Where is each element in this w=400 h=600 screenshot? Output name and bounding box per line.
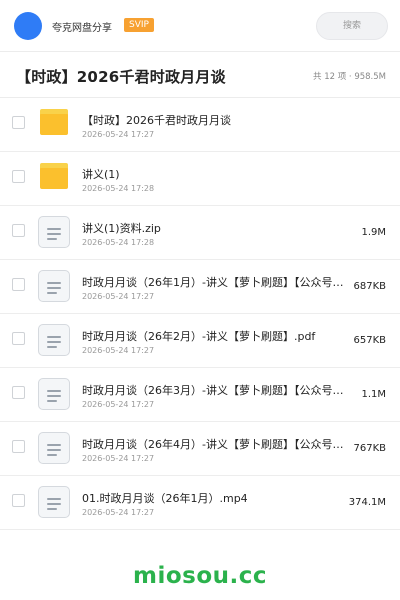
list-item[interactable]: 讲义(1)资料.zip 2026-05-24 17:28 1.9M — [0, 206, 400, 260]
file-date: 2026-05-24 17:27 — [82, 346, 155, 355]
document-icon — [38, 270, 70, 302]
page-title: 【时政】2026千君时政月月谈 — [16, 68, 226, 86]
document-icon — [38, 378, 70, 410]
brand-watermark: miosou.cc — [132, 563, 268, 589]
list-item[interactable]: 时政月月谈（26年1月）-讲义【萝卜刷题】【公众号… 2026-05-24 17… — [0, 260, 400, 314]
document-icon — [38, 486, 70, 518]
folder-header: 【时政】2026千君时政月月谈 共 12 项 · 958.5M — [0, 52, 400, 98]
search-input[interactable]: 搜索 — [316, 12, 388, 40]
checkbox[interactable] — [12, 386, 25, 399]
file-name: 【时政】2026千君时政月月谈 — [82, 114, 231, 127]
file-size: 767KB — [353, 443, 386, 454]
file-size: 687KB — [353, 281, 386, 292]
checkbox[interactable] — [12, 494, 25, 507]
file-name: 时政月月谈（26年3月）-讲义【萝卜刷题】【公众号… — [82, 384, 344, 397]
file-name: 时政月月谈（26年2月）-讲义【萝卜刷题】.pdf — [82, 330, 316, 343]
file-size: 1.1M — [361, 389, 386, 400]
checkbox[interactable] — [12, 332, 25, 345]
file-name: 讲义(1) — [82, 168, 120, 181]
document-icon — [38, 432, 70, 464]
file-date: 2026-05-24 17:27 — [82, 292, 155, 301]
file-list: 【时政】2026千君时政月月谈 2026-05-24 17:27 讲义(1) 2… — [0, 98, 400, 530]
username: 夸克网盘分享 — [52, 23, 112, 34]
file-name: 讲义(1)资料.zip — [82, 222, 161, 235]
list-item[interactable]: 时政月月谈（26年4月）-讲义【萝卜刷题】【公众号… 2026-05-24 17… — [0, 422, 400, 476]
file-name: 01.时政月月谈（26年1月）.mp4 — [82, 492, 248, 505]
list-item[interactable]: 时政月月谈（26年2月）-讲义【萝卜刷题】.pdf 2026-05-24 17:… — [0, 314, 400, 368]
file-date: 2026-05-24 17:27 — [82, 454, 155, 463]
checkbox[interactable] — [12, 440, 25, 453]
file-date: 2026-05-24 17:27 — [82, 130, 155, 139]
list-item[interactable]: 01.时政月月谈（26年1月）.mp4 2026-05-24 17:27 374… — [0, 476, 400, 530]
checkbox[interactable] — [12, 224, 25, 237]
folder-meta: 共 12 项 · 958.5M — [313, 72, 386, 82]
folder-icon — [38, 108, 70, 140]
top-bar: 夸克网盘分享 SVIP 搜索 — [0, 0, 400, 52]
checkbox[interactable] — [12, 170, 25, 183]
svip-badge: SVIP — [124, 18, 154, 32]
file-size: 1.9M — [361, 227, 386, 238]
list-item[interactable]: 【时政】2026千君时政月月谈 2026-05-24 17:27 — [0, 98, 400, 152]
file-name: 时政月月谈（26年1月）-讲义【萝卜刷题】【公众号… — [82, 276, 344, 289]
file-name: 时政月月谈（26年4月）-讲义【萝卜刷题】【公众号… — [82, 438, 344, 451]
file-size: 374.1M — [348, 497, 386, 508]
file-size: 657KB — [353, 335, 386, 346]
avatar[interactable] — [14, 12, 42, 40]
checkbox[interactable] — [12, 278, 25, 291]
list-item[interactable]: 讲义(1) 2026-05-24 17:28 — [0, 152, 400, 206]
list-item[interactable]: 时政月月谈（26年3月）-讲义【萝卜刷题】【公众号… 2026-05-24 17… — [0, 368, 400, 422]
document-icon — [38, 324, 70, 356]
folder-icon — [38, 162, 70, 194]
checkbox[interactable] — [12, 116, 25, 129]
file-date: 2026-05-24 17:28 — [82, 184, 155, 193]
document-icon — [38, 216, 70, 248]
file-date: 2026-05-24 17:28 — [82, 238, 155, 247]
file-date: 2026-05-24 17:27 — [82, 508, 155, 517]
file-date: 2026-05-24 17:27 — [82, 400, 155, 409]
